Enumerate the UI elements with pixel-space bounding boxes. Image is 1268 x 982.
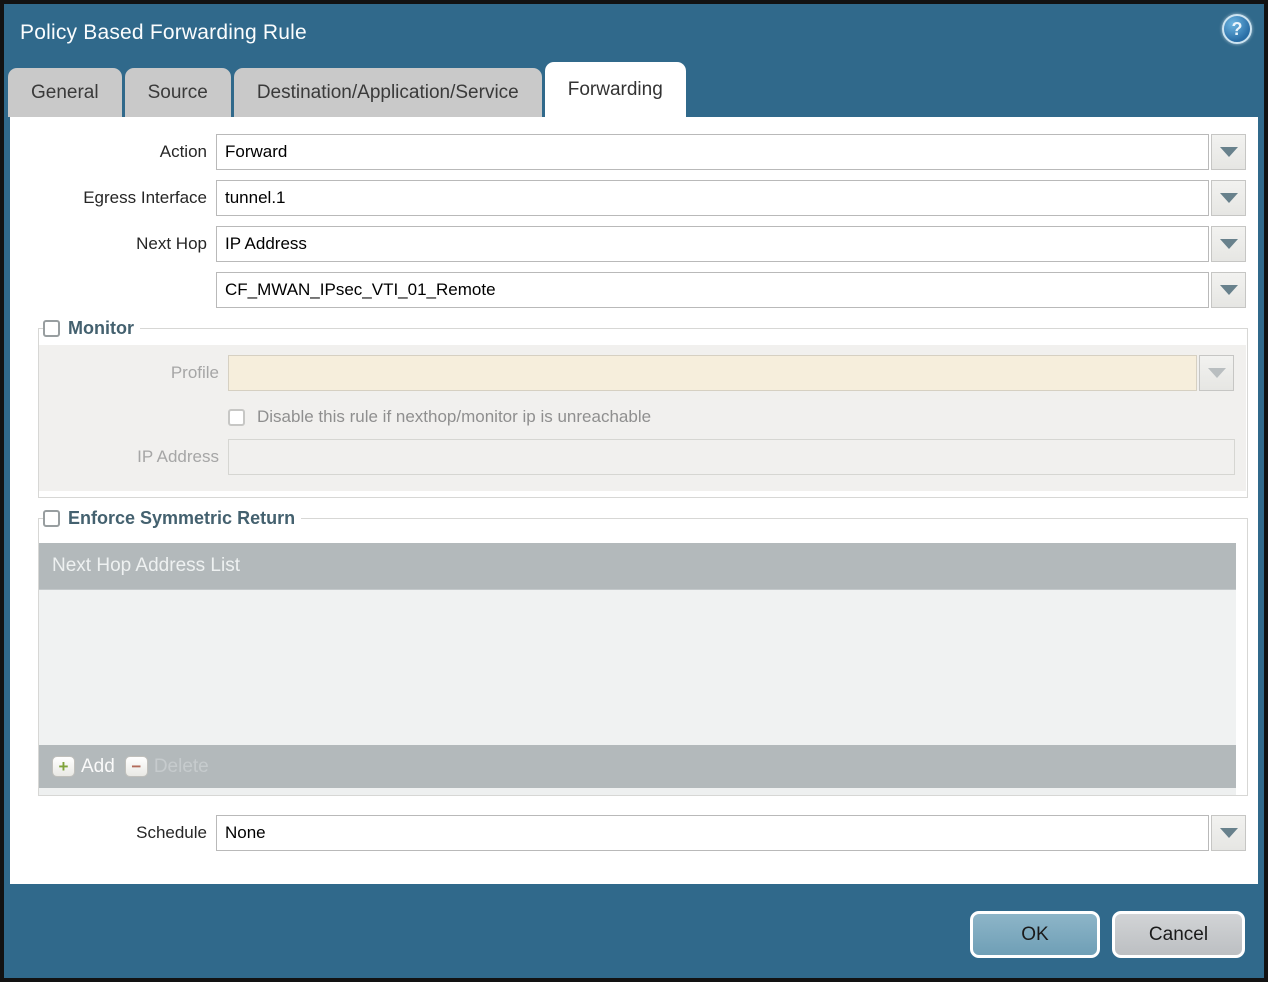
schedule-dropdown-button[interactable] [1211,815,1246,851]
profile-select[interactable] [228,355,1197,391]
monitor-ip-row: IP Address [39,439,1246,475]
disable-rule-label: Disable this rule if nexthop/monitor ip … [257,407,652,426]
monitor-legend: Monitor [43,318,140,339]
table-body-empty[interactable] [39,590,1236,745]
tab-general[interactable]: General [8,68,122,117]
table-bottom-strip [39,788,1236,795]
next-hop-address-dropdown-button[interactable] [1211,272,1246,308]
action-row: Action Forward [10,134,1258,170]
tab-general-label: General [31,81,99,103]
chevron-down-icon [1219,828,1238,838]
disable-rule-row: Disable this rule if nexthop/monitor ip … [228,407,1246,427]
cancel-button[interactable]: Cancel [1112,911,1245,958]
chevron-down-icon [1219,193,1238,203]
delete-button: − Delete [124,755,209,778]
next-hop-address-row: CF_MWAN_IPsec_VTI_01_Remote [10,272,1258,308]
monitor-title: Monitor [68,318,134,338]
egress-interface-row: Egress Interface tunnel.1 [10,180,1258,216]
plus-icon: + [52,756,75,777]
ok-button[interactable]: OK [970,911,1100,958]
delete-button-label: Delete [153,755,209,777]
monitor-section: Monitor Profile Disable this rule if nex… [38,318,1248,498]
tab-source[interactable]: Source [124,68,231,117]
disable-rule-checkbox [228,408,245,426]
symmetric-return-legend: Enforce Symmetric Return [43,508,301,529]
next-hop-address-select[interactable]: CF_MWAN_IPsec_VTI_01_Remote [216,272,1209,308]
schedule-select[interactable]: None [216,815,1209,851]
chevron-down-icon [1207,368,1226,378]
dialog-title: Policy Based Forwarding Rule [20,21,307,44]
monitor-checkbox[interactable] [43,320,60,337]
chevron-down-icon [1219,285,1238,295]
monitor-ip-label: IP Address [137,447,219,466]
help-icon-glyph: ? [1231,18,1243,39]
next-hop-address-list-table: Next Hop Address List + Add − Delete [39,543,1236,788]
egress-interface-select[interactable]: tunnel.1 [216,180,1209,216]
profile-dropdown-button [1199,355,1234,391]
help-icon[interactable]: ? [1222,14,1252,44]
dialog-frame: Action Forward Egress Interface tunnel.1… [4,117,1264,884]
next-hop-row: Next Hop IP Address [10,226,1258,262]
symmetric-return-title: Enforce Symmetric Return [68,508,296,528]
action-dropdown-button[interactable] [1211,134,1246,170]
tab-bar: General Source Destination/Application/S… [4,62,1264,117]
dialog-footer: OK Cancel [4,884,1264,978]
add-button-label: Add [81,755,115,777]
next-hop-type-dropdown-button[interactable] [1211,226,1246,262]
schedule-label: Schedule [136,823,207,842]
symmetric-return-section: Enforce Symmetric Return Next Hop Addres… [38,508,1248,796]
minus-icon: − [124,756,148,777]
egress-interface-label: Egress Interface [83,188,207,207]
chevron-down-icon [1219,239,1238,249]
dialog-titlebar: Policy Based Forwarding Rule ? [4,4,1264,62]
add-button[interactable]: + Add [52,756,115,778]
table-header-label: Next Hop Address List [52,555,240,576]
monitor-ip-input [228,439,1235,475]
profile-label: Profile [170,363,219,382]
egress-interface-dropdown-button[interactable] [1211,180,1246,216]
schedule-row: Schedule None [10,815,1258,851]
action-select[interactable]: Forward [216,134,1209,170]
forwarding-tab-panel: Action Forward Egress Interface tunnel.1… [10,117,1258,884]
tab-forwarding-label: Forwarding [567,78,663,100]
tab-source-label: Source [147,81,208,103]
action-label: Action [159,142,207,161]
symmetric-return-checkbox[interactable] [43,510,60,527]
chevron-down-icon [1219,147,1238,157]
table-header: Next Hop Address List [39,543,1236,590]
tab-destination-application-service[interactable]: Destination/Application/Service [233,68,542,117]
next-hop-type-select[interactable]: IP Address [216,226,1209,262]
profile-row: Profile [39,355,1246,391]
table-toolbar: + Add − Delete [39,745,1236,788]
monitor-panel: Profile Disable this rule if nexthop/mon… [39,345,1246,491]
next-hop-label: Next Hop [136,234,207,253]
tab-destination-label: Destination/Application/Service [256,81,519,103]
tab-forwarding[interactable]: Forwarding [544,62,686,117]
